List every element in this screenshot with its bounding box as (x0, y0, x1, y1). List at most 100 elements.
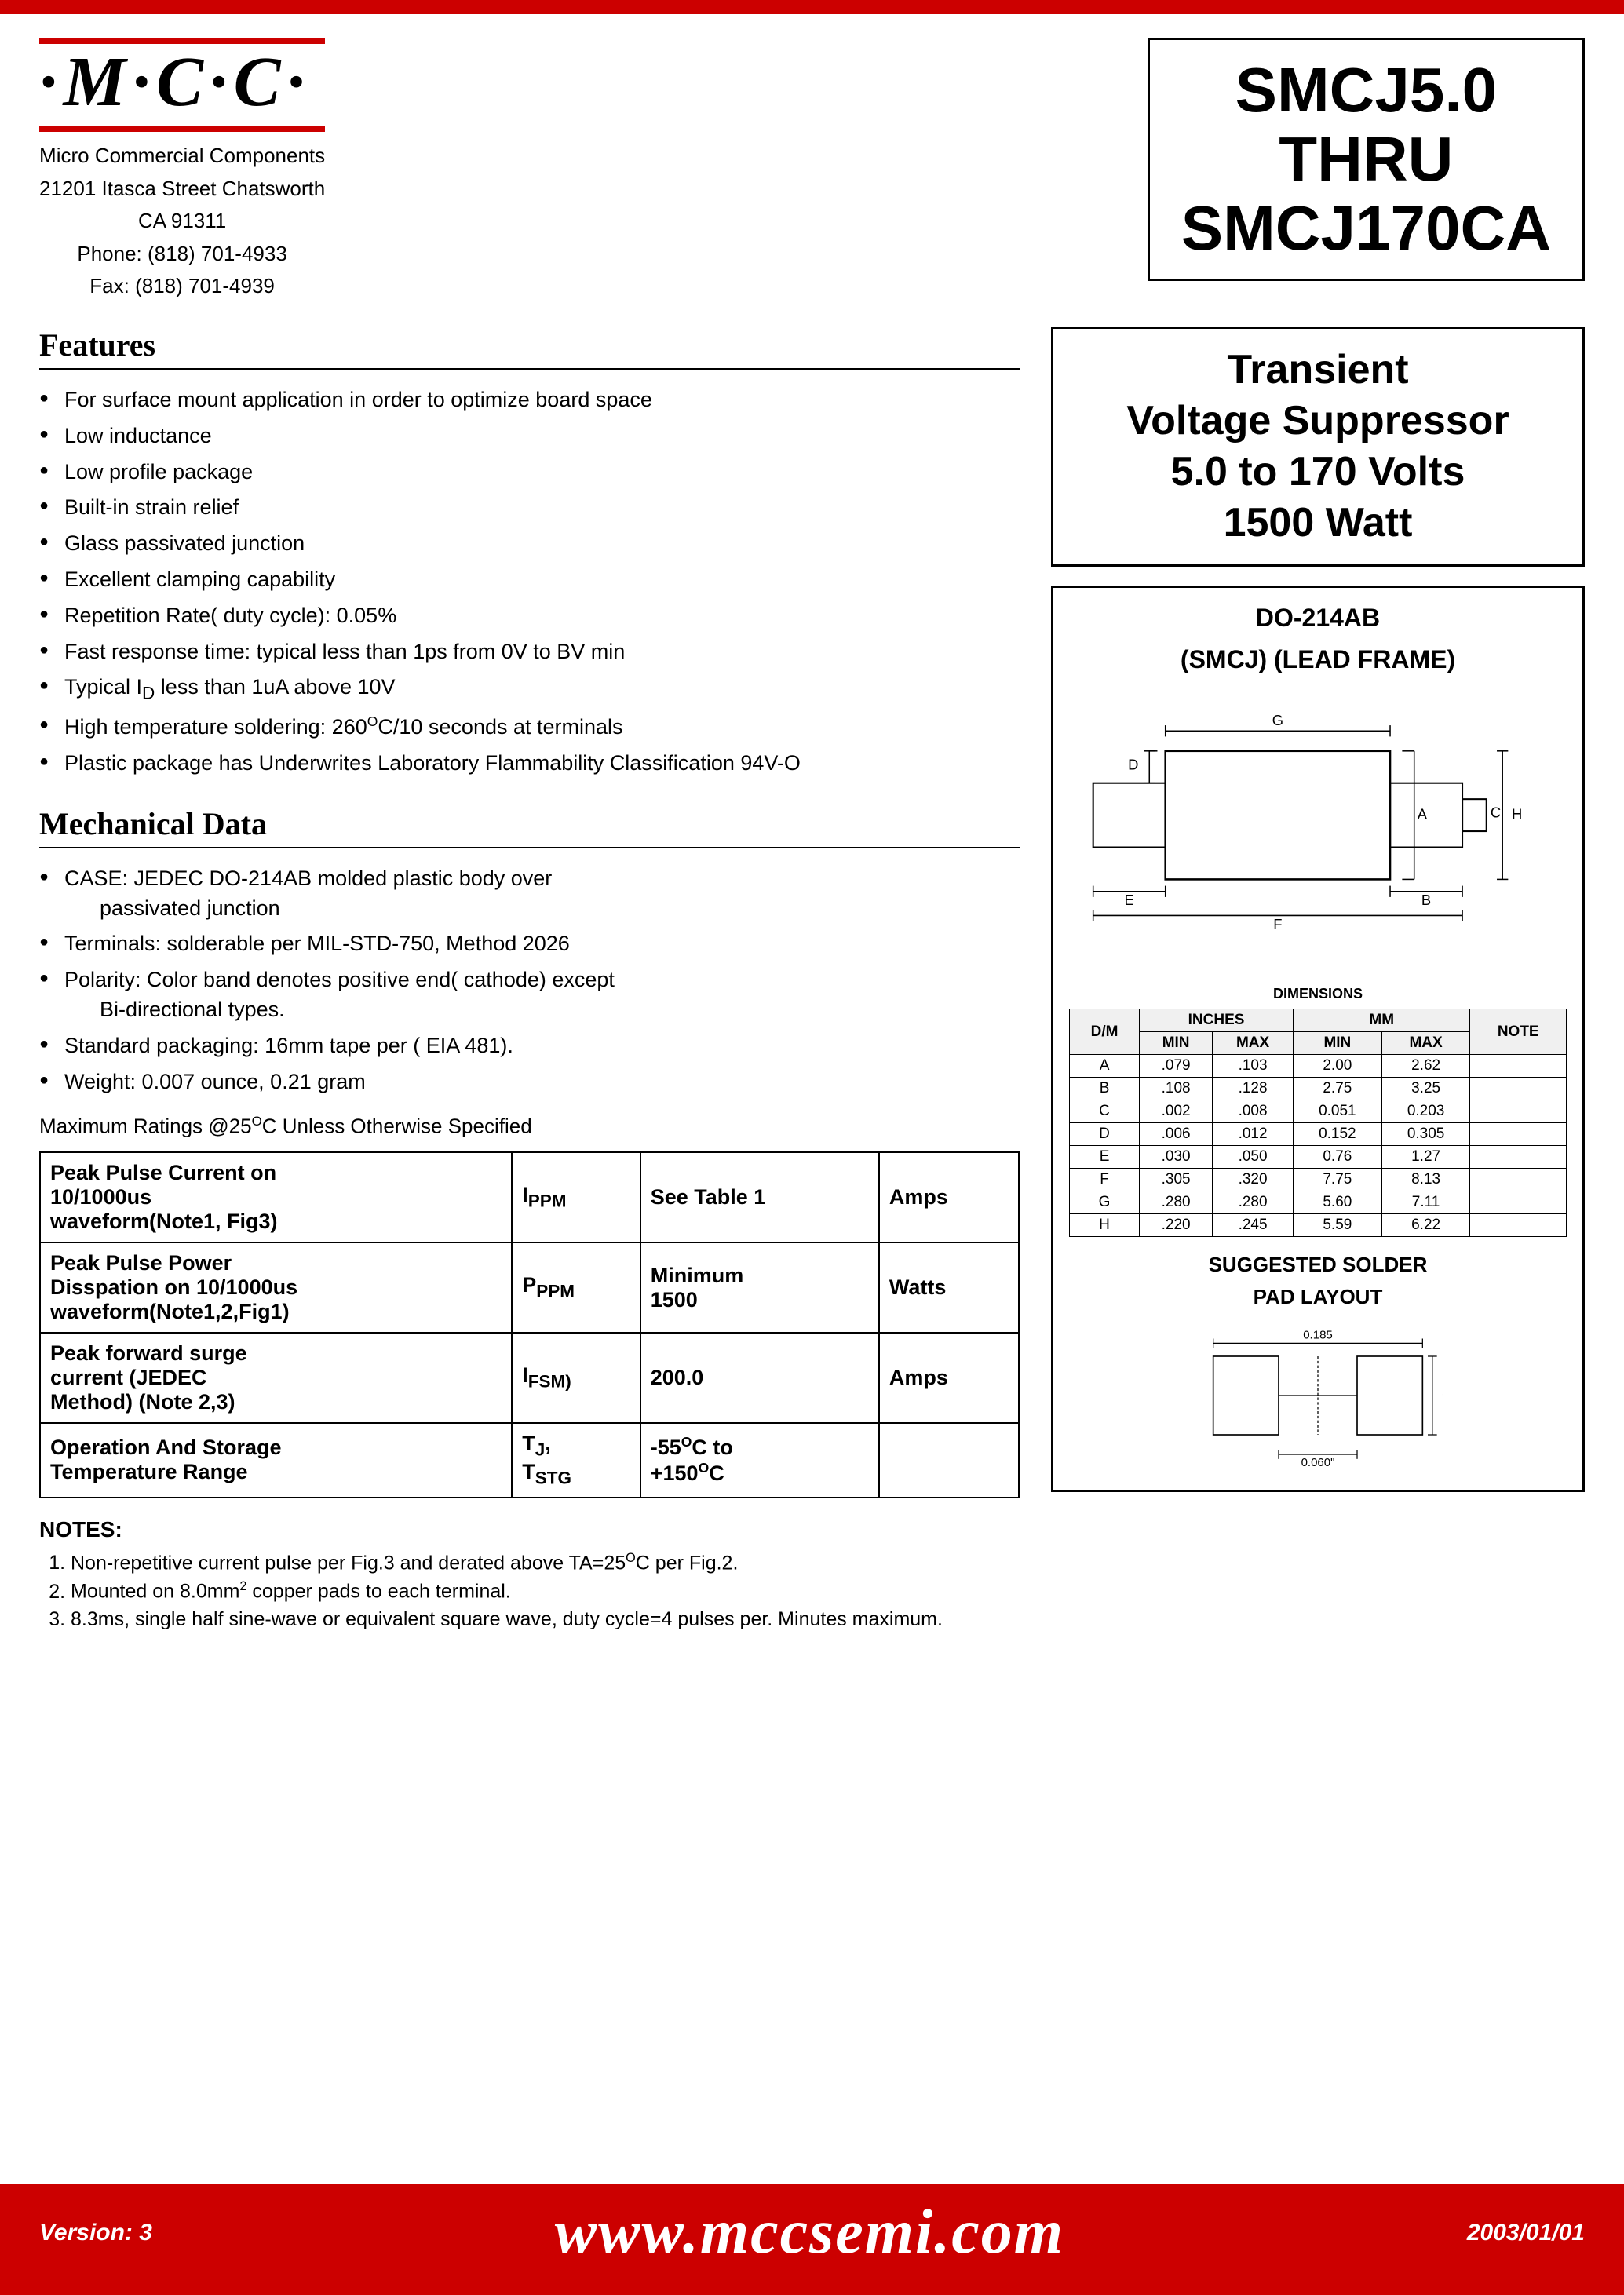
transient-line3: 5.0 to 170 Volts (1077, 447, 1559, 498)
right-column: Transient Voltage Suppressor 5.0 to 170 … (1051, 327, 1585, 1511)
left-column: Features For surface mount application i… (39, 327, 1020, 1633)
svg-text:0.185: 0.185 (1303, 1329, 1333, 1342)
feature-item: Fast response time: typical less than 1p… (39, 634, 1020, 670)
dim-col-header: D/M (1070, 1009, 1140, 1055)
dim-max-mm-header: MAX (1381, 1032, 1470, 1055)
logo-redbar-bottom (39, 126, 325, 132)
main-columns: Features For surface mount application i… (39, 327, 1585, 1633)
part-number-line2: THRU (1181, 125, 1551, 194)
transient-line2: Voltage Suppressor (1077, 396, 1559, 447)
notes-title: NOTES: (39, 1517, 1020, 1542)
dim-max-header: MAX (1213, 1032, 1294, 1055)
table-row: B.108.1282.753.25 (1070, 1078, 1567, 1100)
table-row: E.030.0500.761.27 (1070, 1146, 1567, 1169)
dim-min-header: MIN (1140, 1032, 1213, 1055)
solder-pad-diagram: 0.185 0.121" 0.060" (1192, 1317, 1443, 1474)
svg-text:B: B (1421, 892, 1431, 908)
table-cell: Peak forward surgecurrent (JEDECMethod) … (40, 1333, 512, 1423)
note-item: Mounted on 8.0mm2 copper pads to each te… (71, 1577, 1020, 1605)
footer-date: 2003/01/01 (1467, 2220, 1585, 2246)
dim-header: DIMENSIONS (1069, 986, 1567, 1002)
solder-section: SUGGESTED SOLDER PAD LAYOUT 0.185 (1069, 1253, 1567, 1474)
bottom-red-bar (0, 2281, 1624, 2295)
note-item: 8.3ms, single half sine-wave or equivale… (71, 1606, 1020, 1633)
mechanical-section: Mechanical Data CASE: JEDEC DO-214AB mol… (39, 805, 1020, 1498)
header-section: ·M·C·C· Micro Commercial Components 2120… (39, 38, 1585, 303)
feature-item: Typical ID less than 1uA above 10V (39, 670, 1020, 709)
top-red-bar (0, 0, 1624, 14)
mech-item: Terminals: solderable per MIL-STD-750, M… (39, 926, 1020, 962)
feature-item: For surface mount application in order t… (39, 382, 1020, 418)
dim-note-header: NOTE (1470, 1009, 1567, 1055)
svg-text:H: H (1512, 806, 1522, 823)
ratings-table: Peak Pulse Current on10/1000uswaveform(N… (39, 1151, 1020, 1498)
transient-box: Transient Voltage Suppressor 5.0 to 170 … (1051, 327, 1585, 567)
fax: Fax: (818) 701-4939 (39, 270, 325, 303)
solder-title-line2: PAD LAYOUT (1069, 1285, 1567, 1309)
dim-min-mm-header: MIN (1293, 1032, 1381, 1055)
svg-text:C: C (1491, 805, 1501, 821)
table-row: Peak forward surgecurrent (JEDECMethod) … (40, 1333, 1019, 1423)
transient-line1: Transient (1077, 345, 1559, 396)
table-cell: PPPM (512, 1242, 640, 1333)
table-row: D.006.0120.1520.305 (1070, 1123, 1567, 1146)
table-cell (879, 1423, 1019, 1498)
package-title-line2: (SMCJ) (LEAD FRAME) (1069, 645, 1567, 674)
solder-title-line1: SUGGESTED SOLDER (1069, 1253, 1567, 1277)
dim-table: D/M INCHES MM NOTE MIN MAX MIN MAX (1069, 1009, 1567, 1237)
table-row: F.305.3207.758.13 (1070, 1169, 1567, 1191)
table-cell: -55OC to+150OC (640, 1423, 879, 1498)
dim-mm-header: MM (1293, 1009, 1469, 1032)
feature-item: Glass passivated junction (39, 526, 1020, 562)
table-row: C.002.0080.0510.203 (1070, 1100, 1567, 1123)
table-cell: Peak Pulse Current on10/1000uswaveform(N… (40, 1152, 512, 1242)
table-row: G.280.2805.607.11 (1070, 1191, 1567, 1214)
phone: Phone: (818) 701-4933 (39, 238, 325, 271)
part-number-box: SMCJ5.0 THRU SMCJ170CA (1148, 38, 1585, 281)
feature-item: High temperature soldering: 260OC/10 sec… (39, 709, 1020, 746)
feature-item: Repetition Rate( duty cycle): 0.05% (39, 598, 1020, 634)
note-item: Non-repetitive current pulse per Fig.3 a… (71, 1549, 1020, 1577)
feature-item: Plastic package has Underwrites Laborato… (39, 746, 1020, 782)
company-info: Micro Commercial Components 21201 Itasca… (39, 140, 325, 303)
table-cell: See Table 1 (640, 1152, 879, 1242)
transient-line4: 1500 Watt (1077, 498, 1559, 549)
address-line2: CA 91311 (39, 205, 325, 238)
svg-text:G: G (1272, 712, 1283, 728)
package-box: DO-214AB (SMCJ) (LEAD FRAME) G (1051, 586, 1585, 1492)
table-cell: Watts (879, 1242, 1019, 1333)
svg-text:E: E (1125, 892, 1134, 908)
mech-item: CASE: JEDEC DO-214AB molded plastic body… (39, 861, 1020, 927)
footer-website: www.mccsemi.com (555, 2197, 1064, 2268)
svg-text:D: D (1128, 756, 1138, 772)
features-list: For surface mount application in order t… (39, 382, 1020, 782)
company-name: Micro Commercial Components (39, 140, 325, 173)
mech-item: Weight: 0.007 ounce, 0.21 gram (39, 1064, 1020, 1100)
notes-section: NOTES: Non-repetitive current pulse per … (39, 1517, 1020, 1633)
feature-item: Low profile package (39, 454, 1020, 491)
address-line1: 21201 Itasca Street Chatsworth (39, 173, 325, 206)
feature-item: Built-in strain relief (39, 490, 1020, 526)
table-cell: IFSM) (512, 1333, 640, 1423)
table-cell: Minimum1500 (640, 1242, 879, 1333)
feature-item: Excellent clamping capability (39, 562, 1020, 598)
mechanical-list: CASE: JEDEC DO-214AB molded plastic body… (39, 861, 1020, 1100)
version-label: Version: 3 (39, 2220, 152, 2246)
table-row: H.220.2455.596.22 (1070, 1214, 1567, 1237)
ratings-header: Maximum Ratings @25OC Unless Otherwise S… (39, 1114, 1020, 1139)
mechanical-title: Mechanical Data (39, 805, 1020, 848)
svg-text:0.060": 0.060" (1301, 1456, 1335, 1469)
package-title-line1: DO-214AB (1069, 604, 1567, 633)
version-text: Version: (39, 2220, 139, 2246)
part-number-line3: SMCJ170CA (1181, 194, 1551, 263)
package-diagram: G H D A (1069, 687, 1567, 976)
notes-list: Non-repetitive current pulse per Fig.3 a… (39, 1549, 1020, 1633)
table-row: Peak Pulse PowerDisspation on 10/1000usw… (40, 1242, 1019, 1333)
feature-item: Low inductance (39, 418, 1020, 454)
table-cell: TJ,TSTG (512, 1423, 640, 1498)
features-title: Features (39, 327, 1020, 370)
mech-item: Polarity: Color band denotes positive en… (39, 962, 1020, 1028)
svg-text:0.121": 0.121" (1442, 1388, 1443, 1402)
dim-inches-header: INCHES (1140, 1009, 1294, 1032)
footer-area: Version: 3 www.mccsemi.com 2003/01/01 (0, 2184, 1624, 2281)
